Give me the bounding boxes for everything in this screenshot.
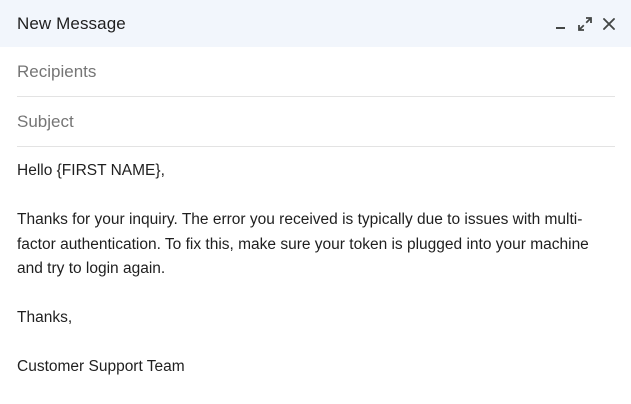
message-greeting: Hello {FIRST NAME}, <box>17 162 165 179</box>
compose-header[interactable]: New Message <box>0 0 631 47</box>
message-paragraph: Thanks for your inquiry. The error you r… <box>17 211 589 277</box>
message-signature: Customer Support Team <box>17 358 185 375</box>
subject-row <box>17 97 615 147</box>
subject-input[interactable] <box>17 111 615 132</box>
compose-title: New Message <box>17 13 126 33</box>
close-icon[interactable] <box>601 16 617 32</box>
message-body[interactable]: Hello {FIRST NAME}, Thanks for your inqu… <box>0 147 631 380</box>
recipients-input[interactable] <box>17 61 615 82</box>
recipients-row <box>17 47 615 97</box>
window-controls <box>553 16 617 32</box>
minimize-icon[interactable] <box>553 16 569 32</box>
compose-window: New Message Recipients Subject Hello {FI… <box>0 0 631 404</box>
expand-icon[interactable] <box>577 16 593 32</box>
message-closing: Thanks, <box>17 309 73 326</box>
